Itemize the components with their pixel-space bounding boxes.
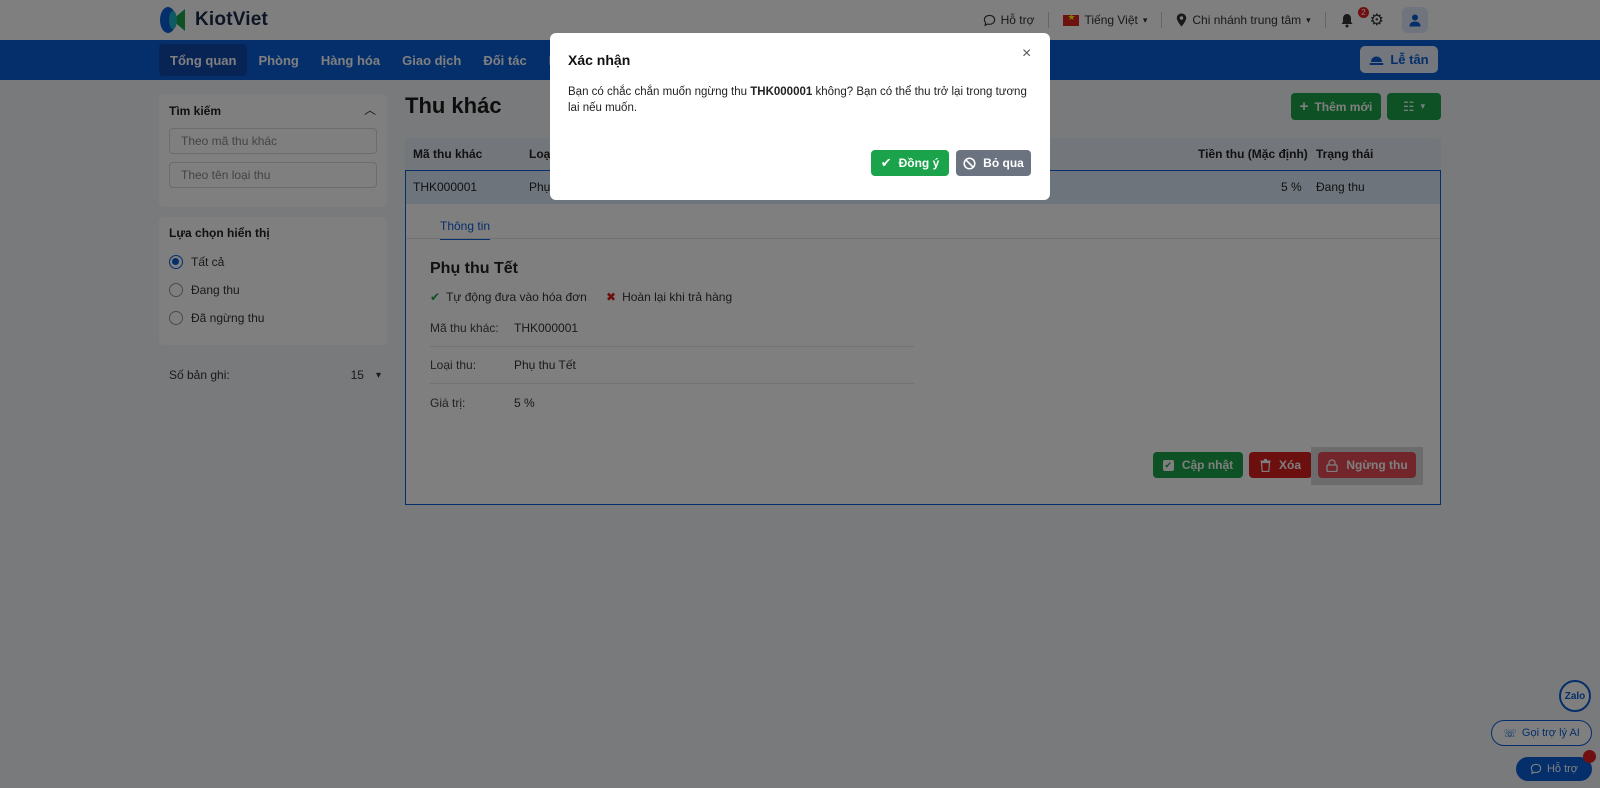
- dialog-title: Xác nhận: [568, 52, 631, 68]
- message-text-before: Bạn có chắc chắn muốn ngừng thu: [568, 86, 751, 98]
- ban-icon: [963, 156, 976, 170]
- cancel-button[interactable]: Bỏ qua: [956, 150, 1031, 176]
- dialog-message: Bạn có chắc chắn muốn ngừng thu THK00000…: [568, 84, 1032, 116]
- confirm-label: Đồng ý: [898, 156, 940, 170]
- close-icon[interactable]: ×: [1022, 45, 1031, 63]
- message-code: THK000001: [750, 86, 813, 98]
- confirm-button[interactable]: ✔ Đồng ý: [871, 150, 949, 176]
- confirm-dialog: Xác nhận × Bạn có chắc chắn muốn ngừng t…: [550, 33, 1050, 200]
- cancel-label: Bỏ qua: [983, 156, 1024, 170]
- check-icon: ✔: [880, 155, 892, 170]
